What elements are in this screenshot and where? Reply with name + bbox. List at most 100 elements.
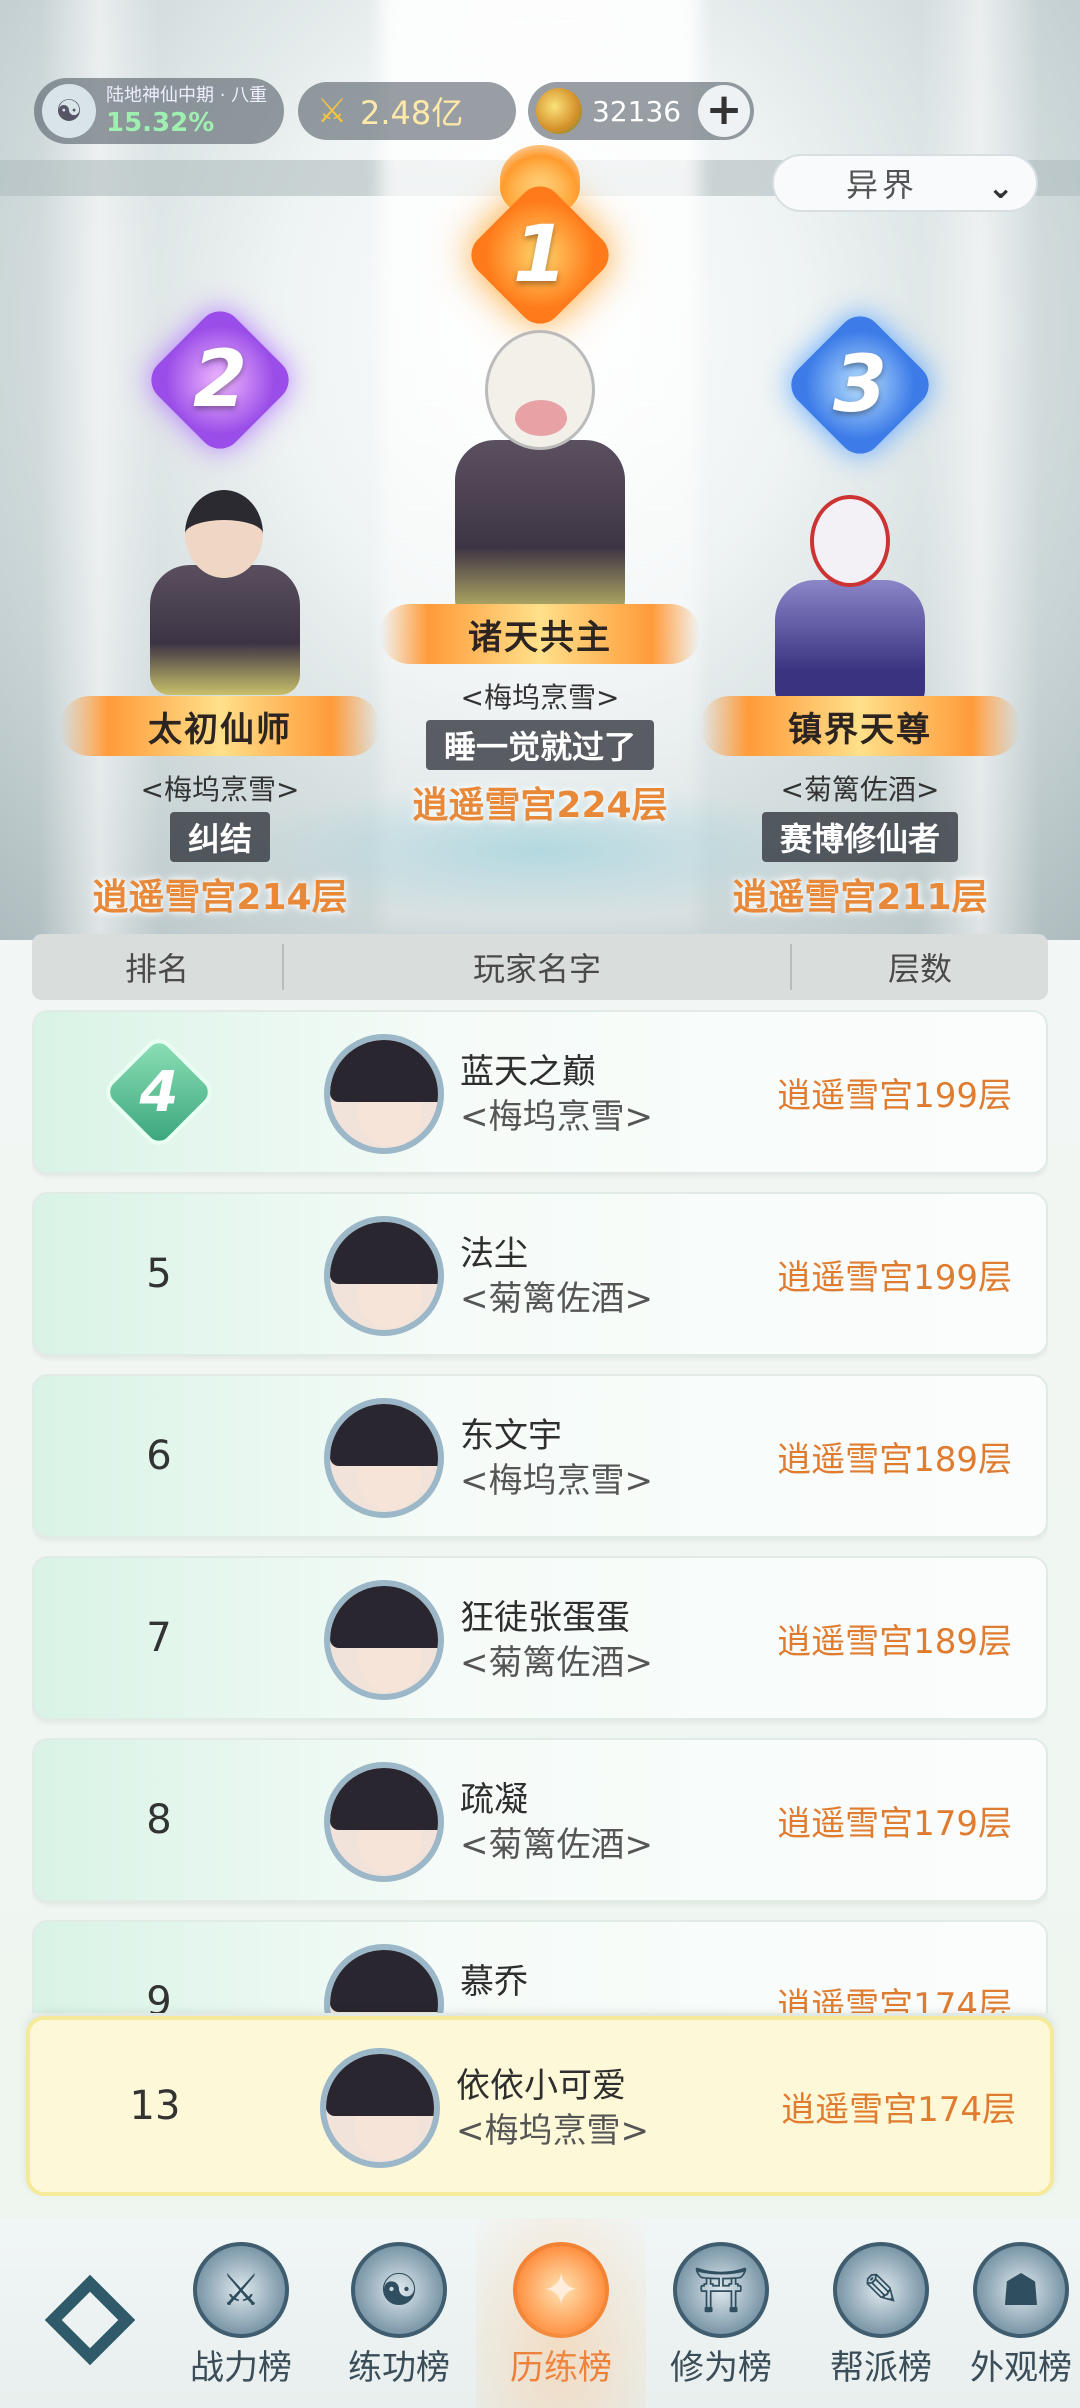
floor-value: 逍遥雪宫174层: [777, 1986, 1012, 2013]
rank-badge-2: 2: [142, 302, 298, 458]
my-rank-row[interactable]: 13 依依小可爱 <梅坞烹雪> 逍遥雪宫174层: [26, 2016, 1054, 2196]
coin-value: 32136: [592, 94, 682, 128]
row-rank: 5: [146, 1251, 172, 1297]
player-name: 狂徒张蛋蛋: [460, 1598, 630, 1638]
guild-name: <菊篱佐酒>: [460, 1825, 653, 1865]
header-player-name: 玩家名字: [282, 944, 792, 990]
player-name: 依依小可爱: [456, 2066, 626, 2106]
chevron-down-icon: ⌄: [987, 168, 1014, 206]
rank-badge-3: 3: [782, 307, 938, 463]
realm-name: 陆地神仙中期 · 八重: [106, 85, 268, 106]
ranking-table-header: 排名 玩家名字 层数: [32, 934, 1048, 1000]
power-value: 2.48亿: [360, 94, 464, 132]
realm-dropdown[interactable]: 异界 ⌄: [772, 154, 1038, 212]
floor-value: 逍遥雪宫179层: [777, 1804, 1012, 1844]
podium-info-3[interactable]: <菊篱佐酒> 赛博修仙者 逍遥雪宫211层: [700, 768, 1020, 920]
ranking-list[interactable]: 4 蓝天之巅 <梅坞烹雪> 逍遥雪宫199层 5 法尘 <菊篱佐酒> 逍遥雪宫1…: [32, 1010, 1048, 2013]
player-name: 疏凝: [460, 1780, 528, 1820]
row-rank: 7: [146, 1615, 172, 1661]
tab-guild[interactable]: ✎ 帮派榜: [806, 2242, 956, 2402]
tab-label: 外观榜: [970, 2348, 1072, 2388]
add-currency-button[interactable]: +: [698, 85, 750, 137]
avatar[interactable]: [324, 1034, 444, 1154]
guild-name: <菊篱佐酒>: [780, 773, 940, 806]
title-banner-3: 镇界天尊: [700, 696, 1020, 756]
realm-status[interactable]: ☯ 陆地神仙中期 · 八重 15.32%: [34, 78, 284, 144]
player-name: 东文宇: [460, 1416, 562, 1456]
row-rank: 9: [146, 1979, 172, 2013]
realm-dropdown-label: 异界: [846, 166, 919, 204]
tab-label: 战力榜: [190, 2348, 292, 2388]
player-name: 慕乔: [460, 1962, 528, 2002]
currency: 32136 +: [528, 82, 754, 140]
podium-info-1[interactable]: <梅坞烹雪> 睡一觉就过了 逍遥雪宫224层: [380, 676, 700, 828]
table-row[interactable]: 7 狂徒张蛋蛋 <菊篱佐酒> 逍遥雪宫189层: [32, 1556, 1048, 1720]
table-row[interactable]: 5 法尘 <菊篱佐酒> 逍遥雪宫199层: [32, 1192, 1048, 1356]
yinyang-icon: ☯: [351, 2242, 447, 2338]
tab-cultivation[interactable]: ⛩ 修为榜: [646, 2242, 796, 2402]
floor-value: 逍遥雪宫214层: [92, 877, 348, 918]
character-model-1[interactable]: [430, 330, 650, 620]
guild-name: <梅坞烹雪>: [460, 1461, 653, 1501]
realm-progress: 15.32%: [106, 108, 215, 138]
character-model-3[interactable]: [760, 480, 940, 710]
floor-value: 逍遥雪宫199层: [777, 1076, 1012, 1116]
floor-value: 逍遥雪宫189层: [777, 1440, 1012, 1480]
player-name: 法尘: [460, 1234, 528, 1274]
row-rank: 13: [129, 2083, 181, 2129]
star-icon: ✦: [513, 2242, 609, 2338]
tab-label: 帮派榜: [830, 2348, 932, 2388]
table-row[interactable]: 8 疏凝 <菊篱佐酒> 逍遥雪宫179层: [32, 1738, 1048, 1902]
tab-label: 修为榜: [670, 2348, 772, 2388]
guild-name: <梅坞烹雪>: [460, 681, 620, 714]
scroll-icon: ✎: [833, 2242, 929, 2338]
hat-icon: ⛩: [673, 2242, 769, 2338]
table-row[interactable]: 4 蓝天之巅 <梅坞烹雪> 逍遥雪宫199层: [32, 1010, 1048, 1174]
tab-training[interactable]: ☯ 练功榜: [324, 2242, 474, 2402]
floor-value: 逍遥雪宫199层: [777, 1258, 1012, 1298]
player-name: 睡一觉就过了: [425, 720, 654, 770]
mask-icon: ☗: [973, 2242, 1069, 2338]
title-banner-2: 太初仙师: [60, 696, 380, 756]
floor-value: 逍遥雪宫189层: [777, 1622, 1012, 1662]
player-name: 蓝天之巅: [460, 1052, 596, 1092]
tab-label: 历练榜: [510, 2348, 612, 2388]
floor-value: 逍遥雪宫174层: [781, 2090, 1016, 2130]
tab-label: 练功榜: [348, 2348, 450, 2388]
floor-value: 逍遥雪宫211层: [732, 877, 988, 918]
table-row[interactable]: 6 东文宇 <梅坞烹雪> 逍遥雪宫189层: [32, 1374, 1048, 1538]
table-row[interactable]: 9 慕乔 逍遥雪宫174层: [32, 1920, 1048, 2013]
bottom-nav: ⚔ 战力榜 ☯ 练功榜 ✦ 历练榜 ⛩ 修为榜 ✎ 帮派榜 ☗ 外观榜: [0, 2218, 1080, 2408]
tab-combat-power[interactable]: ⚔ 战力榜: [166, 2242, 316, 2402]
header-floor: 层数: [887, 950, 952, 988]
guild-name: <梅坞烹雪>: [456, 2111, 649, 2151]
rank-badge-1: 1: [462, 177, 618, 333]
avatar[interactable]: [324, 1580, 444, 1700]
avatar[interactable]: [320, 2048, 440, 2168]
coin-icon: [536, 88, 582, 134]
avatar[interactable]: [324, 1944, 444, 2013]
tab-trial[interactable]: ✦ 历练榜: [476, 2218, 646, 2408]
row-rank: 4: [34, 1012, 284, 1172]
guild-name: <菊篱佐酒>: [460, 1643, 653, 1683]
row-rank: 6: [146, 1433, 172, 1479]
player-name: 赛博修仙者: [761, 812, 958, 862]
avatar[interactable]: [324, 1762, 444, 1882]
header-rank: 排名: [124, 950, 189, 988]
guild-name: <梅坞烹雪>: [460, 1097, 653, 1137]
row-rank: 8: [146, 1797, 172, 1843]
avatar[interactable]: [324, 1216, 444, 1336]
title-banner-1: 诸天共主: [380, 604, 700, 664]
avatar[interactable]: [324, 1398, 444, 1518]
guild-name: <梅坞烹雪>: [140, 773, 300, 806]
cultivator-avatar-icon: ☯: [42, 84, 96, 138]
sword-icon: ⚔: [193, 2242, 289, 2338]
tab-appearance[interactable]: ☗ 外观榜: [962, 2242, 1080, 2402]
menu-icon[interactable]: [36, 2270, 146, 2370]
floor-value: 逍遥雪宫224层: [412, 785, 668, 826]
guild-name: <菊篱佐酒>: [460, 1279, 653, 1319]
podium-info-2[interactable]: <梅坞烹雪> 纠结 逍遥雪宫214层: [60, 768, 380, 920]
character-model-2[interactable]: [135, 470, 315, 695]
power-icon: ⚔: [316, 91, 348, 131]
player-name: 纠结: [169, 812, 270, 862]
